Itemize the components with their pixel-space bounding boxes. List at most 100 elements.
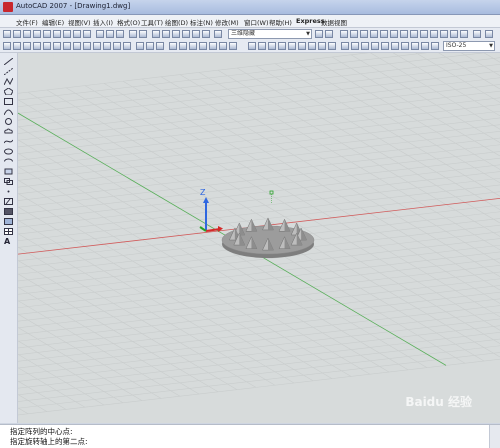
- solid-icon[interactable]: [3, 42, 11, 50]
- dimension-icon[interactable]: [431, 42, 439, 50]
- properties-icon[interactable]: [370, 30, 378, 38]
- solid-icon[interactable]: [43, 42, 51, 50]
- dimension-icon[interactable]: [401, 42, 409, 50]
- properties-icon[interactable]: [460, 30, 468, 38]
- properties-icon[interactable]: [380, 30, 388, 38]
- dimension-icon[interactable]: [391, 42, 399, 50]
- solid-icon[interactable]: [103, 42, 111, 50]
- dimension-icon[interactable]: [341, 42, 349, 50]
- dimension-icon[interactable]: [328, 42, 336, 50]
- camera-icon[interactable]: [129, 30, 137, 38]
- properties-icon[interactable]: [360, 30, 368, 38]
- orbit-icon[interactable]: [96, 30, 104, 38]
- style-icon[interactable]: [192, 30, 200, 38]
- region-icon[interactable]: [4, 218, 13, 225]
- dimension-icon[interactable]: [381, 42, 389, 50]
- menu-insert[interactable]: 插入(I): [93, 17, 113, 27]
- make-block-icon[interactable]: [4, 178, 13, 185]
- edit-solid-icon[interactable]: [189, 42, 197, 50]
- properties-icon[interactable]: [400, 30, 408, 38]
- view-icon[interactable]: [63, 30, 71, 38]
- menu-format[interactable]: 格式(O): [117, 17, 140, 27]
- spline-icon[interactable]: [4, 138, 13, 145]
- view-icon[interactable]: [53, 30, 61, 38]
- solid-icon[interactable]: [13, 42, 21, 50]
- dimension-icon[interactable]: [248, 42, 256, 50]
- edit-solid-icon[interactable]: [229, 42, 237, 50]
- line-icon[interactable]: [4, 58, 13, 65]
- properties-icon[interactable]: [430, 30, 438, 38]
- properties-icon[interactable]: [420, 30, 428, 38]
- properties-icon[interactable]: [340, 30, 348, 38]
- dimension-icon[interactable]: [361, 42, 369, 50]
- save-icon[interactable]: [23, 30, 31, 38]
- dimension-icon[interactable]: [268, 42, 276, 50]
- menu-data-view[interactable]: 数据视图: [321, 17, 347, 27]
- rectangle-icon[interactable]: [4, 98, 13, 105]
- style-manager-icon[interactable]: [315, 30, 323, 38]
- dimension-icon[interactable]: [318, 42, 326, 50]
- new-icon[interactable]: [3, 30, 11, 38]
- boolean-icon[interactable]: [136, 42, 144, 50]
- orbit-icon[interactable]: [106, 30, 114, 38]
- edit-solid-icon[interactable]: [199, 42, 207, 50]
- drawing-viewport[interactable]: Z: [18, 53, 500, 423]
- dimension-icon[interactable]: [288, 42, 296, 50]
- undo-icon[interactable]: [473, 30, 481, 38]
- style-icon[interactable]: [162, 30, 170, 38]
- solid-icon[interactable]: [63, 42, 71, 50]
- edit-solid-icon[interactable]: [169, 42, 177, 50]
- revcloud-icon[interactable]: [4, 128, 13, 135]
- solid-icon[interactable]: [23, 42, 31, 50]
- open-icon[interactable]: [13, 30, 21, 38]
- construction-line-icon[interactable]: [4, 68, 13, 75]
- dimension-icon[interactable]: [298, 42, 306, 50]
- visual-style-select[interactable]: 三维隐藏 ▼: [228, 29, 312, 39]
- menu-window[interactable]: 窗口(W): [244, 17, 269, 27]
- polygon-icon[interactable]: [4, 88, 13, 95]
- camera-icon[interactable]: [139, 30, 147, 38]
- table-icon[interactable]: [4, 228, 13, 235]
- style-icon[interactable]: [202, 30, 210, 38]
- view-icon[interactable]: [33, 30, 41, 38]
- view-icon[interactable]: [73, 30, 81, 38]
- dimension-icon[interactable]: [278, 42, 286, 50]
- menu-file[interactable]: 文件(F): [16, 17, 38, 27]
- menu-tools[interactable]: 工具(T): [141, 17, 163, 27]
- dimension-icon[interactable]: [421, 42, 429, 50]
- properties-icon[interactable]: [440, 30, 448, 38]
- edit-solid-icon[interactable]: [219, 42, 227, 50]
- solid-icon[interactable]: [33, 42, 41, 50]
- command-scrollbar[interactable]: [489, 425, 500, 448]
- edit-solid-icon[interactable]: [209, 42, 217, 50]
- arc-icon[interactable]: [4, 108, 13, 115]
- properties-icon[interactable]: [450, 30, 458, 38]
- dimension-icon[interactable]: [308, 42, 316, 50]
- solid-icon[interactable]: [113, 42, 121, 50]
- gradient-icon[interactable]: [4, 208, 13, 215]
- solid-icon[interactable]: [53, 42, 61, 50]
- boolean-icon[interactable]: [146, 42, 154, 50]
- dimension-icon[interactable]: [258, 42, 266, 50]
- view-icon[interactable]: [83, 30, 91, 38]
- solid-icon[interactable]: [93, 42, 101, 50]
- redo-icon[interactable]: [485, 30, 493, 38]
- properties-icon[interactable]: [350, 30, 358, 38]
- view-icon[interactable]: [43, 30, 51, 38]
- menu-view[interactable]: 视图(V): [68, 17, 91, 27]
- boolean-icon[interactable]: [156, 42, 164, 50]
- dimstyle-select[interactable]: ISO-25 ▼: [443, 41, 495, 51]
- menu-help[interactable]: 帮助(H): [269, 17, 292, 27]
- insert-block-icon[interactable]: [4, 168, 13, 175]
- circle-icon[interactable]: [4, 118, 13, 125]
- app-icon[interactable]: [3, 2, 13, 12]
- solid-icon[interactable]: [73, 42, 81, 50]
- style-icon[interactable]: [172, 30, 180, 38]
- dimension-icon[interactable]: [411, 42, 419, 50]
- hatch-icon[interactable]: [4, 198, 13, 205]
- ellipse-arc-icon[interactable]: [4, 158, 13, 165]
- edit-solid-icon[interactable]: [179, 42, 187, 50]
- style-icon[interactable]: [182, 30, 190, 38]
- render-icon[interactable]: [214, 30, 222, 38]
- command-window[interactable]: 指定阵列的中心点: 指定旋转轴上的第二点:: [0, 424, 500, 448]
